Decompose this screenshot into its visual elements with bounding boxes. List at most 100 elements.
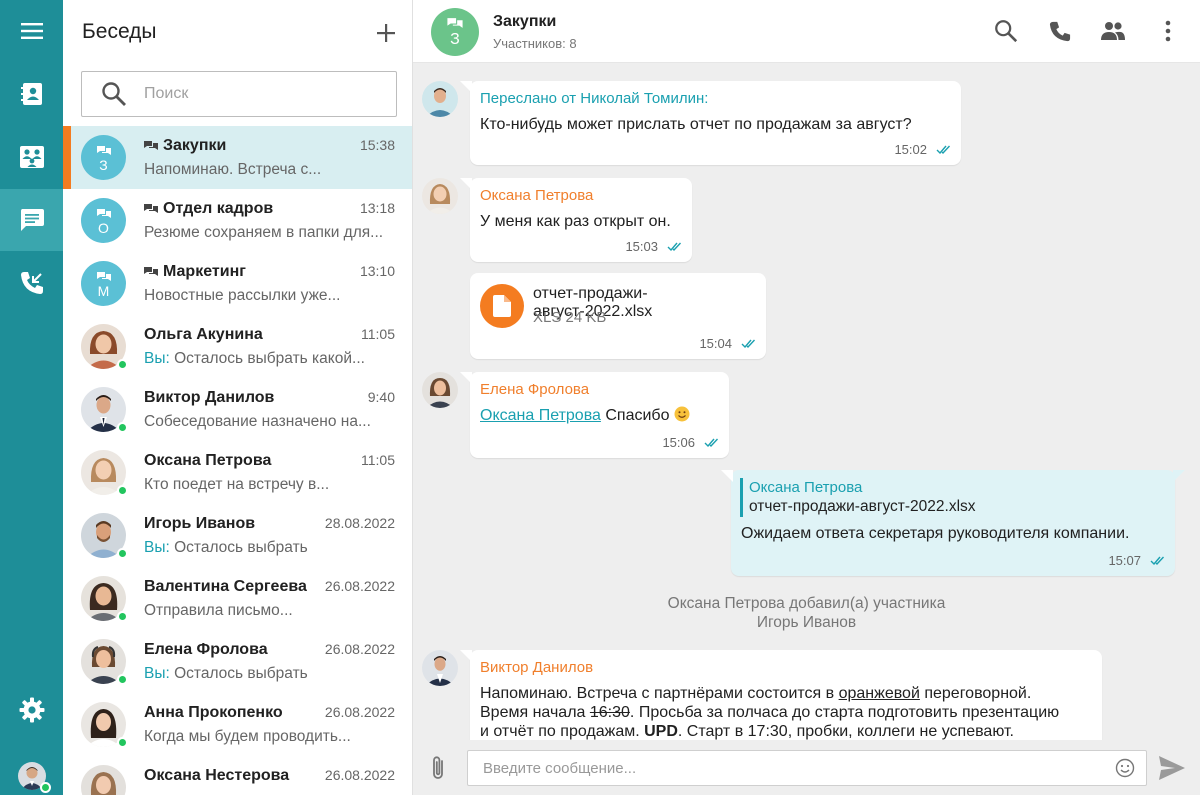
org-directory-icon [19,146,44,168]
group-chat-icon [96,146,111,155]
call-button[interactable] [1046,17,1074,45]
attach-file-button[interactable] [427,754,451,782]
underlined-text: оранжевой [838,685,920,702]
conversation-time: 9:40 [367,389,395,405]
online-indicator [117,485,128,496]
conversation-time: 26.08.2022 [324,767,395,783]
file-download-button[interactable] [480,284,524,328]
preview-text: Осталось выбрать [169,665,308,682]
message-bubble[interactable]: Елена Фролова Оксана Петрова Спасибо 15:… [460,372,729,458]
conversation-item[interactable]: Оксана Петрова 11:05 Кто поедет на встре… [63,441,412,504]
text-segment: Время начала [480,704,590,721]
conversation-item[interactable]: Оксана Нестерова 26.08.2022 [63,756,412,795]
avatar [81,387,128,433]
read-checkmarks-icon [1150,556,1165,565]
sender-avatar[interactable] [422,372,458,408]
bold-text: UPD [644,723,678,740]
conversation-item[interactable]: Ольга Акунина 11:05 Вы: Осталось выбрать… [63,315,412,378]
conversation-time: 13:18 [359,200,395,216]
online-indicator [117,674,128,685]
conversation-item[interactable]: О Отдел кадров 13:18 Резюме сохраняем в … [63,189,412,252]
nav-chats[interactable] [0,189,63,251]
quoted-text: отчет-продажи-август-2022.xlsx [749,498,976,515]
conversation-item[interactable]: Елена Фролова 26.08.2022 Вы: Осталось вы… [63,630,412,693]
conversation-item[interactable]: Анна Прокопенко 26.08.2022 Когда мы буде… [63,693,412,756]
group-avatar: З [81,135,126,180]
conversation-time: 11:05 [361,326,395,342]
participants-button[interactable] [1099,17,1127,45]
avatar-letter: М [97,283,110,299]
system-message: Оксана Петрова добавил(а) участника Игор… [413,594,1200,632]
conversation-item[interactable]: Виктор Данилов 9:40 Собеседование назнач… [63,378,412,441]
nav-rail [0,0,63,795]
conversation-preview: Резюме сохраняем в папки для... [144,224,384,241]
avatar [81,324,128,370]
sender-avatar[interactable] [422,650,458,686]
message-input[interactable] [467,750,1147,786]
message-text: Кто-нибудь может прислать отчет по прода… [480,116,912,133]
chat-title: Закупки [493,13,557,30]
user-mention-link[interactable]: Оксана Петрова [480,407,601,424]
sender-avatar[interactable] [422,81,458,117]
message-time: 15:07 [1108,553,1141,568]
group-chat-icon [96,209,111,218]
avatar [81,513,128,559]
conversation-item[interactable]: Валентина Сергеева 26.08.2022 Отправила … [63,567,412,630]
message-author: Елена Фролова [480,381,590,398]
avatar [81,765,126,795]
conversation-item[interactable]: М Маркетинг 13:10 Новостные рассылки уже… [63,252,412,315]
more-vertical-icon [1165,20,1171,42]
group-chat-icon [144,204,158,213]
sender-avatar[interactable] [422,178,458,214]
you-prefix: Вы: [144,350,170,367]
conversation-name: Игорь Иванов [144,515,256,532]
online-indicator [117,548,128,559]
avatar [81,702,128,748]
menu-button[interactable] [0,0,63,62]
emoji-picker-button[interactable] [1115,758,1135,778]
message-time: 15:03 [625,239,658,254]
message-bubble[interactable]: Переслано от Николай Томилин: Кто-нибудь… [460,81,961,165]
nav-contacts[interactable] [0,63,63,125]
message-bubble[interactable]: Оксана Петрова У меня как раз открыт он.… [460,178,692,262]
group-chat-icon [144,267,158,276]
quoted-message[interactable]: Оксана Петрова отчет-продажи-август-2022… [740,478,976,517]
more-options-button[interactable] [1154,17,1182,45]
search-input[interactable] [144,85,384,103]
message-text: У меня как раз открыт он. [480,213,671,230]
conversation-time: 28.08.2022 [324,515,395,531]
conversation-item[interactable]: Игорь Иванов 28.08.2022 Вы: Осталось выб… [63,504,412,567]
chat-search-button[interactable] [992,17,1020,45]
send-button[interactable] [1158,755,1186,781]
text-segment: Напоминаю. Встреча с партнёрами состоитс… [480,685,839,702]
nav-calls[interactable] [0,252,63,314]
read-checkmarks-icon [667,242,682,251]
nav-directory[interactable] [0,126,63,188]
search-icon [102,82,126,106]
conversation-name: Маркетинг [163,263,246,280]
own-message-bubble[interactable]: Оксана Петрова отчет-продажи-август-2022… [721,470,1185,576]
conversation-time: 15:38 [359,137,395,153]
nav-settings[interactable] [0,679,63,741]
chat-avatar[interactable]: З [431,8,479,56]
avatar-letter: О [98,220,109,236]
message-list: Переслано от Николай Томилин: Кто-нибудь… [413,63,1200,740]
add-conversation-button[interactable] [373,20,399,46]
system-message-line: Игорь Иванов [756,614,857,631]
conversation-name: Анна Прокопенко [144,704,283,721]
message-bubble[interactable]: Виктор Данилов Напоминаю. Встреча с парт… [460,650,1102,740]
message-text-line: Время начала 16:30. Просьба за полчаса д… [480,703,1059,722]
message-text: Оксана Петрова Спасибо [480,406,690,425]
message-body: Спасибо [600,407,674,424]
file-message-bubble[interactable]: отчет-продажи-август-2022.xlsx XLS 24 KB… [470,273,766,359]
chat-header: З Закупки Участников: 8 [413,0,1200,63]
message-meta: 15:06 [662,435,719,450]
conversation-preview: Отправила письмо... [144,602,293,619]
conversation-item[interactable]: З Закупки 15:38 Напоминаю. Встреча с... [63,126,412,189]
conversation-name: Закупки [163,137,227,154]
message-composer [413,740,1200,795]
current-user-avatar[interactable] [18,762,51,793]
message-time: 15:06 [662,435,695,450]
system-message-line: Оксана Петрова добавил(а) участника [667,595,946,612]
contacts-book-icon [20,83,42,105]
